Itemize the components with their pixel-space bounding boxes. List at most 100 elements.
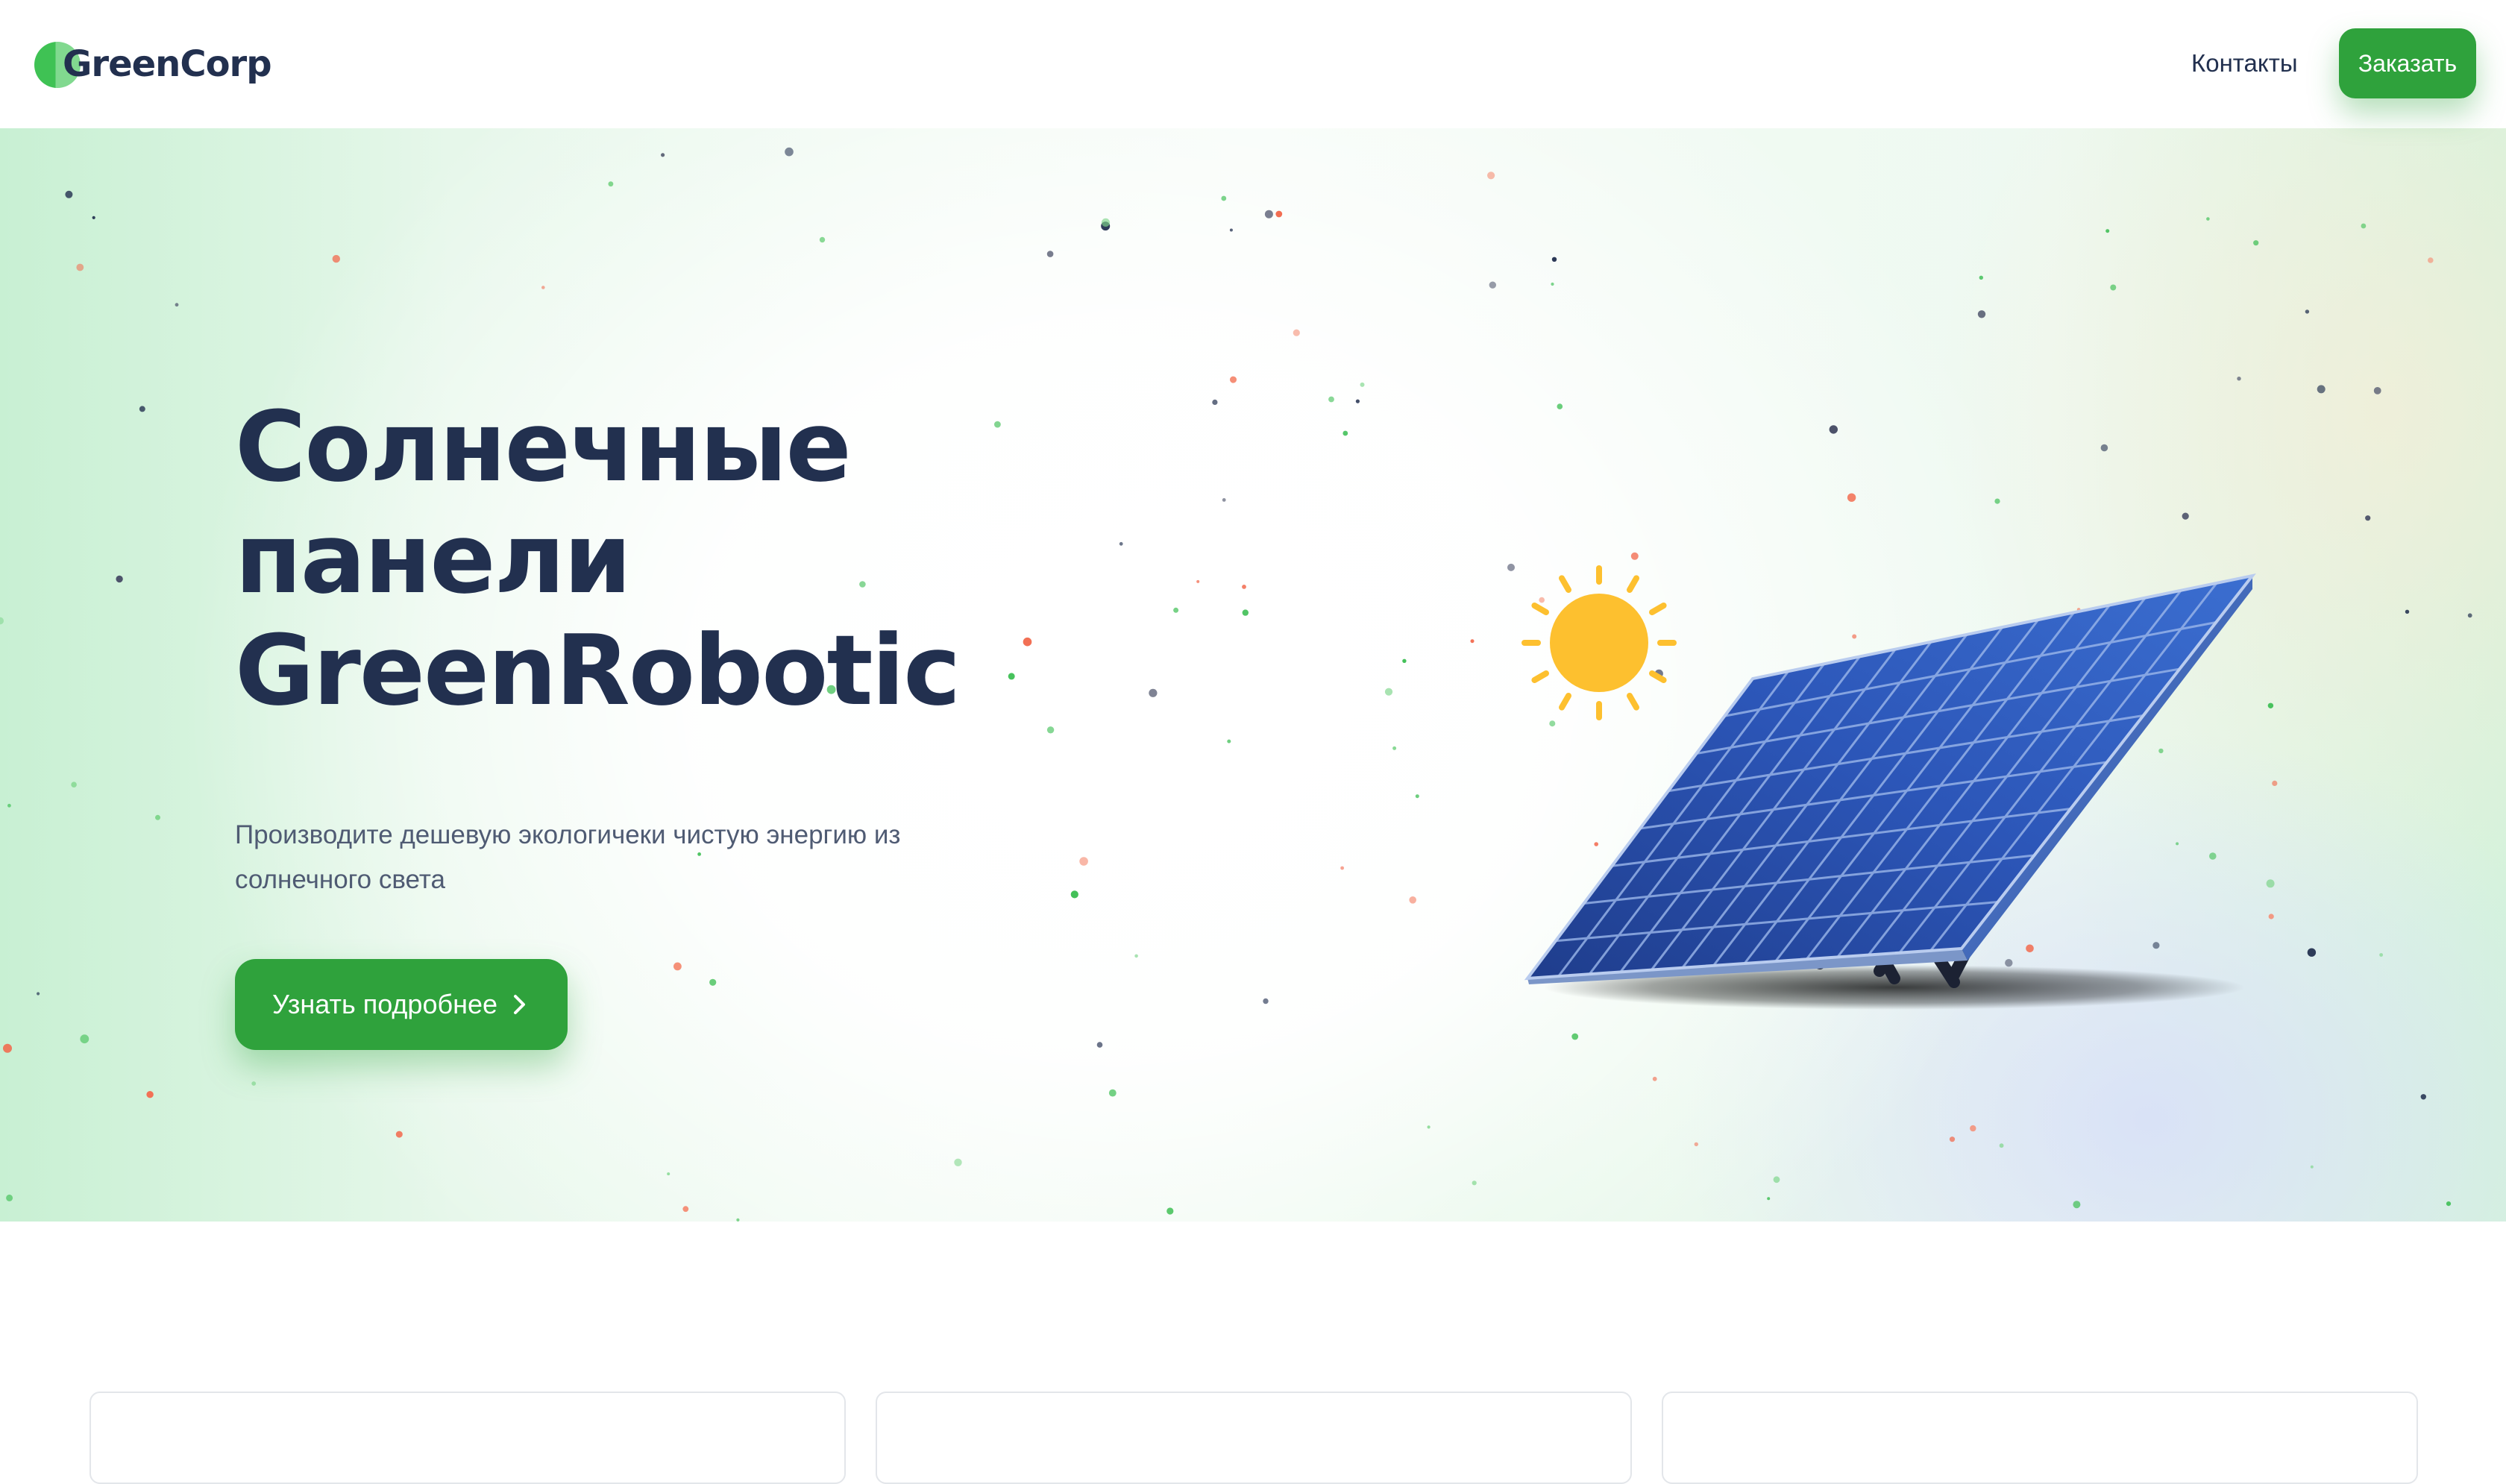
hero-description: Производите дешевую экологичеки чистую э…	[235, 820, 901, 894]
decorative-dot	[785, 147, 794, 157]
decorative-dot	[155, 814, 160, 820]
decorative-dot	[251, 1081, 257, 1086]
decorative-dot	[2105, 229, 2110, 233]
decorative-dot	[2446, 1201, 2452, 1207]
decorative-dot	[1101, 218, 1111, 227]
decorative-dot	[2428, 257, 2434, 263]
decorative-dot	[146, 1091, 154, 1098]
decorative-dot	[1293, 329, 1300, 336]
decorative-dot	[2307, 948, 2317, 957]
decorative-dot	[92, 216, 95, 219]
hero-section: Солнечные панели GreenRobotic Производит…	[0, 128, 2506, 1222]
decorative-dot	[673, 962, 682, 971]
decorative-dot	[1355, 399, 1360, 403]
decorative-dot	[608, 181, 614, 187]
decorative-dot	[1222, 498, 1226, 502]
decorative-dot	[2467, 613, 2472, 618]
decorative-dot	[1173, 607, 1179, 613]
decorative-dot	[76, 263, 84, 271]
decorative-dot	[2305, 309, 2310, 314]
decorative-dot	[1263, 998, 1269, 1004]
decorative-dot	[1999, 1143, 2004, 1148]
decorative-dot	[682, 1206, 689, 1213]
decorative-dot	[1970, 1125, 1976, 1132]
decorative-dot	[954, 1158, 962, 1167]
decorative-dot	[1096, 1042, 1103, 1048]
nav-link-contacts[interactable]: Контакты	[2191, 46, 2298, 81]
decorative-dot	[1212, 399, 1218, 405]
feature-card	[1662, 1392, 2418, 1484]
chevron-right-icon	[514, 995, 526, 1014]
decorative-dot	[37, 992, 40, 996]
decorative-dot	[1384, 688, 1393, 696]
decorative-dot	[2405, 609, 2410, 614]
decorative-dot	[1409, 896, 1416, 904]
decorative-dot	[2361, 223, 2367, 229]
decorative-dot	[3, 1043, 12, 1053]
decorative-dot	[667, 1172, 671, 1176]
decorative-dot	[2073, 1201, 2081, 1209]
decorative-dot	[1472, 1180, 1477, 1186]
decorative-dot	[2310, 1165, 2314, 1169]
decorative-dot	[2237, 377, 2241, 381]
sun-icon	[1522, 565, 1677, 720]
decorative-dot	[139, 406, 145, 412]
decorative-dot	[71, 782, 77, 787]
decorative-dot	[1551, 282, 1554, 286]
decorative-dot	[1275, 210, 1283, 218]
decorative-dot	[1652, 1076, 1657, 1081]
decorative-dot	[1046, 251, 1054, 257]
decorative-dot	[1221, 195, 1227, 201]
decorative-dot	[1470, 639, 1475, 644]
decorative-dot	[1079, 857, 1088, 866]
decorative-dot	[1979, 275, 1983, 280]
decorative-dot	[1229, 228, 1233, 232]
decorative-dot	[1230, 376, 1237, 383]
decorative-dot	[65, 190, 73, 198]
hero-title-line: Солнечные	[235, 390, 852, 503]
site-header: GreenCorp Контакты Заказать	[0, 0, 2506, 128]
solar-panel-illustration	[1522, 565, 2256, 1010]
decorative-dot	[2317, 385, 2326, 394]
decorative-dot	[819, 236, 826, 243]
order-button[interactable]: Заказать	[2339, 28, 2476, 98]
decorative-dot	[1427, 1125, 1431, 1129]
decorative-dot	[1557, 403, 1563, 409]
learn-more-label: Узнать подробнее	[271, 989, 498, 1019]
decorative-dot	[1328, 396, 1334, 403]
decorative-dot	[80, 1034, 90, 1044]
decorative-dot	[1134, 954, 1138, 958]
decorative-dot	[1242, 585, 1246, 589]
decorative-dot	[395, 1131, 403, 1138]
decorative-dot	[1264, 210, 1273, 218]
decorative-dot	[1767, 1197, 1771, 1201]
decorative-dot	[1360, 382, 1365, 387]
decorative-dot	[2365, 515, 2371, 521]
decorative-dot	[541, 286, 545, 289]
decorative-dot	[1108, 1089, 1117, 1097]
decorative-dot	[1773, 1176, 1780, 1183]
decorative-dot	[1487, 172, 1495, 180]
decorative-dot	[2206, 217, 2210, 221]
decorative-dot	[1342, 430, 1348, 436]
decorative-dot	[1227, 739, 1231, 743]
decorative-dot	[736, 1218, 740, 1222]
decorative-dot	[1340, 866, 1344, 870]
decorative-dot	[1977, 310, 1986, 318]
decorative-dot	[2420, 1094, 2426, 1100]
decorative-dot	[1415, 794, 1419, 799]
feature-card	[90, 1392, 846, 1484]
decorative-dot	[1070, 890, 1078, 899]
decorative-dot	[1242, 609, 1249, 616]
decorative-dot	[661, 153, 665, 157]
decorative-dot	[1402, 658, 1407, 663]
decorative-dot	[1392, 746, 1397, 750]
decorative-dot	[1196, 579, 1200, 583]
hero-title-line: панели	[235, 502, 632, 615]
decorative-dot	[709, 978, 717, 986]
decorative-dot	[1046, 726, 1055, 734]
decorative-dot	[2379, 953, 2384, 957]
decorative-dot	[0, 617, 4, 625]
learn-more-button[interactable]: Узнать подробнее	[235, 959, 568, 1050]
decorative-dot	[6, 1194, 13, 1201]
